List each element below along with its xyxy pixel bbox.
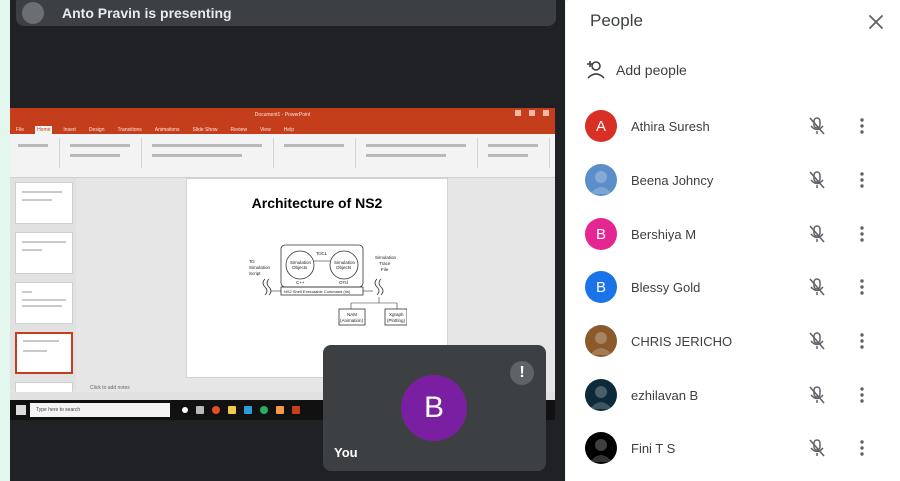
participant-name: CHRIS JERICHO	[631, 333, 733, 349]
window-controls	[515, 110, 549, 116]
presenter-banner: Anto Pravin is presenting	[16, 0, 556, 26]
diagram-out2-line1: Xgraph	[389, 312, 404, 317]
ppt-titlebar: Document1 - PowerPoint	[10, 108, 555, 122]
participant-avatar	[585, 325, 617, 357]
participant-avatar	[585, 379, 617, 411]
more-vert-icon[interactable]	[852, 437, 872, 459]
slide-thumbnail[interactable]	[15, 182, 73, 224]
self-avatar: B	[401, 375, 467, 441]
participant-avatar: B	[585, 218, 617, 250]
windows-start-icon[interactable]	[16, 405, 26, 415]
slide-thumbnails	[10, 178, 76, 402]
participant-name: Fini T S	[631, 440, 676, 456]
mic-off-icon[interactable]	[806, 169, 828, 191]
diagram-link-label: TclCL	[316, 251, 328, 256]
ppt-tab-file[interactable]: File	[14, 126, 26, 134]
ppt-window-title: Document1 - PowerPoint	[254, 112, 311, 118]
participant-row[interactable]: ezhilavan B	[566, 372, 900, 418]
more-vert-icon[interactable]	[852, 276, 872, 298]
presenter-text: Anto Pravin is presenting	[62, 5, 232, 21]
diagram-out2-line2: (Plotting)	[387, 318, 406, 323]
self-video-tile[interactable]: B You !	[323, 345, 546, 471]
participant-row[interactable]: Beena Johncy	[566, 157, 900, 203]
taskbar-icons	[182, 406, 300, 414]
add-person-icon	[587, 61, 605, 79]
more-vert-icon[interactable]	[852, 330, 872, 352]
more-vert-icon[interactable]	[852, 169, 872, 191]
diagram-right-label-3: File	[381, 267, 389, 272]
mic-off-icon[interactable]	[806, 276, 828, 298]
participant-name: ezhilavan B	[631, 387, 699, 403]
slide-thumbnail[interactable]	[15, 232, 73, 274]
slide-thumbnail[interactable]	[15, 282, 73, 324]
more-vert-icon[interactable]	[852, 115, 872, 137]
diagram-out1-line2: (Animation)	[340, 318, 364, 323]
diagram-box2-caption: OTcl	[339, 280, 348, 285]
diagram-left-label-1: Tcl	[249, 259, 255, 264]
participant-name: Athira Suresh	[631, 118, 710, 134]
ppt-tab-home[interactable]: Home	[35, 126, 53, 134]
close-panel-button[interactable]	[862, 8, 890, 36]
close-icon	[869, 15, 883, 29]
add-people-button[interactable]: Add people	[584, 56, 687, 84]
more-vert-icon[interactable]	[852, 384, 872, 406]
diagram-box1-caption: C++	[296, 280, 305, 285]
diagram-box1-line2: Objects	[292, 265, 308, 270]
ns2-architecture-diagram: Tcl Simulation Script Simulation Objects…	[249, 244, 407, 326]
meeting-stage: Anto Pravin is presenting Document1 - Po…	[10, 0, 565, 481]
participant-avatar	[585, 164, 617, 196]
participant-name: Bershiya M	[631, 226, 697, 242]
people-panel: People Add people A Athira Suresh Beena Jo…	[566, 0, 900, 481]
ppt-ribbon-tabs: File Home Insert Design Transitions Animation…	[10, 122, 555, 134]
ppt-tab-transitions[interactable]: Transitions	[116, 126, 144, 134]
diagram-right-label-1: Simulation	[375, 255, 397, 260]
slide-title: Architecture of NS2	[251, 195, 383, 211]
ppt-tab-insert[interactable]: Insert	[61, 126, 78, 134]
participant-name: Blessy Gold	[631, 279, 701, 295]
ppt-tab-animations[interactable]: Animations	[153, 126, 182, 134]
participant-row[interactable]: A Athira Suresh	[566, 103, 900, 149]
diagram-out1-line1: NAM	[347, 312, 357, 317]
ppt-tab-review[interactable]: Review	[229, 126, 249, 134]
ppt-ribbon	[10, 134, 555, 178]
presenter-avatar	[22, 2, 44, 24]
participant-row[interactable]: B Blessy Gold	[566, 264, 900, 310]
participant-row[interactable]: Fini T S	[566, 425, 900, 471]
mic-off-icon[interactable]	[806, 115, 828, 137]
mic-off-icon[interactable]	[806, 330, 828, 352]
ppt-tab-view[interactable]: View	[258, 126, 273, 134]
mic-off-icon[interactable]	[806, 223, 828, 245]
more-vert-icon[interactable]	[852, 223, 872, 245]
diagram-box2-line2: Objects	[336, 265, 352, 270]
diagram-bottom-box: NS2 Shell Executable Command (ns)	[284, 289, 351, 294]
participant-row[interactable]: CHRIS JERICHO	[566, 318, 900, 364]
ppt-tab-slide-show[interactable]: Slide Show	[191, 126, 220, 134]
ppt-tab-design[interactable]: Design	[87, 126, 107, 134]
participant-avatar: B	[585, 271, 617, 303]
mic-off-icon[interactable]	[806, 437, 828, 459]
more-options-icon[interactable]: !	[510, 361, 534, 385]
add-people-label: Add people	[616, 62, 687, 78]
mic-off-icon[interactable]	[806, 384, 828, 406]
diagram-left-label-2: Simulation	[249, 265, 271, 270]
participant-avatar	[585, 432, 617, 464]
participant-row[interactable]: B Bershiya M	[566, 211, 900, 257]
participant-name: Beena Johncy	[631, 172, 714, 188]
diagram-left-label-3: Script	[249, 271, 261, 276]
ppt-tab-help[interactable]: Help	[282, 126, 296, 134]
notes-placeholder[interactable]: Click to add notes	[90, 385, 130, 391]
panel-title: People	[590, 11, 643, 30]
participant-avatar: A	[585, 110, 617, 142]
self-label: You	[334, 445, 358, 460]
slide-thumbnail-selected[interactable]	[15, 332, 73, 374]
taskbar-search[interactable]: Type here to search	[30, 403, 170, 417]
diagram-right-label-2: Trace	[379, 261, 391, 266]
